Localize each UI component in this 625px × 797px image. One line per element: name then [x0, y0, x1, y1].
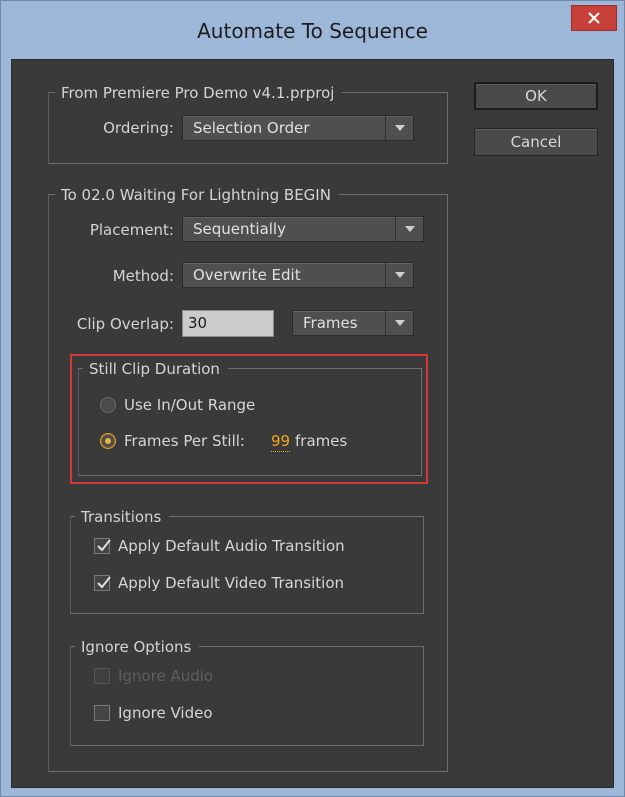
ordering-dropdown[interactable]: Selection Order: [182, 115, 414, 141]
close-icon: [588, 12, 600, 24]
ordering-value: Selection Order: [193, 119, 310, 137]
frames-per-still-radio[interactable]: [100, 433, 116, 449]
dialog-window: Automate To Sequence OK Cancel From Prem…: [0, 0, 625, 797]
audio-transition-checkbox[interactable]: [94, 538, 111, 554]
ignore-video-checkbox[interactable]: [94, 705, 110, 721]
clip-overlap-unit-value: Frames: [303, 314, 358, 332]
method-value: Overwrite Edit: [193, 266, 301, 284]
transitions-group: Transitions: [70, 507, 424, 614]
placement-dropdown[interactable]: Sequentially: [182, 216, 424, 242]
method-label: Method:: [112, 267, 174, 285]
placement-label: Placement:: [89, 221, 174, 239]
still-clip-duration-group: Still Clip Duration: [78, 359, 422, 476]
dialog-body: OK Cancel From Premiere Pro Demo v4.1.pr…: [11, 59, 614, 788]
still-clip-title: Still Clip Duration: [83, 359, 228, 379]
checkmark-icon: [97, 576, 111, 589]
chevron-down-icon: [385, 116, 413, 140]
ignore-options-group: Ignore Options: [70, 637, 424, 746]
use-inout-radio[interactable]: [100, 397, 116, 413]
use-inout-label: Use In/Out Range: [124, 396, 256, 414]
frames-unit-label: frames: [295, 432, 348, 450]
close-button[interactable]: [571, 5, 617, 31]
transitions-title: Transitions: [75, 507, 170, 527]
from-group-title: From Premiere Pro Demo v4.1.prproj: [55, 83, 343, 103]
video-transition-label: Apply Default Video Transition: [118, 574, 345, 592]
video-transition-checkbox[interactable]: [94, 575, 111, 591]
frames-per-still-label: Frames Per Still:: [124, 432, 245, 450]
chevron-down-icon: [385, 311, 413, 335]
method-dropdown[interactable]: Overwrite Edit: [182, 262, 414, 288]
chevron-down-icon: [385, 263, 413, 287]
title-bar[interactable]: Automate To Sequence: [1, 1, 624, 61]
ignore-audio-label: Ignore Audio: [118, 667, 214, 685]
audio-transition-label: Apply Default Audio Transition: [118, 537, 345, 555]
to-group-title: To 02.0 Waiting For Lightning BEGIN: [55, 185, 339, 205]
clip-overlap-input[interactable]: 30: [182, 310, 274, 337]
clip-overlap-unit-dropdown[interactable]: Frames: [292, 310, 414, 336]
ignore-video-label: Ignore Video: [118, 704, 213, 722]
checkmark-icon: [97, 539, 111, 552]
placement-value: Sequentially: [193, 220, 286, 238]
clip-overlap-label: Clip Overlap:: [76, 315, 174, 333]
ignore-audio-checkbox: [94, 668, 110, 684]
chevron-down-icon: [395, 217, 423, 241]
ordering-label: Ordering:: [103, 119, 174, 137]
ignore-options-title: Ignore Options: [75, 637, 200, 657]
ok-button[interactable]: OK: [474, 82, 598, 110]
dialog-title: Automate To Sequence: [197, 19, 428, 43]
frames-value-scrub[interactable]: 99: [271, 431, 291, 452]
cancel-button[interactable]: Cancel: [474, 128, 598, 156]
